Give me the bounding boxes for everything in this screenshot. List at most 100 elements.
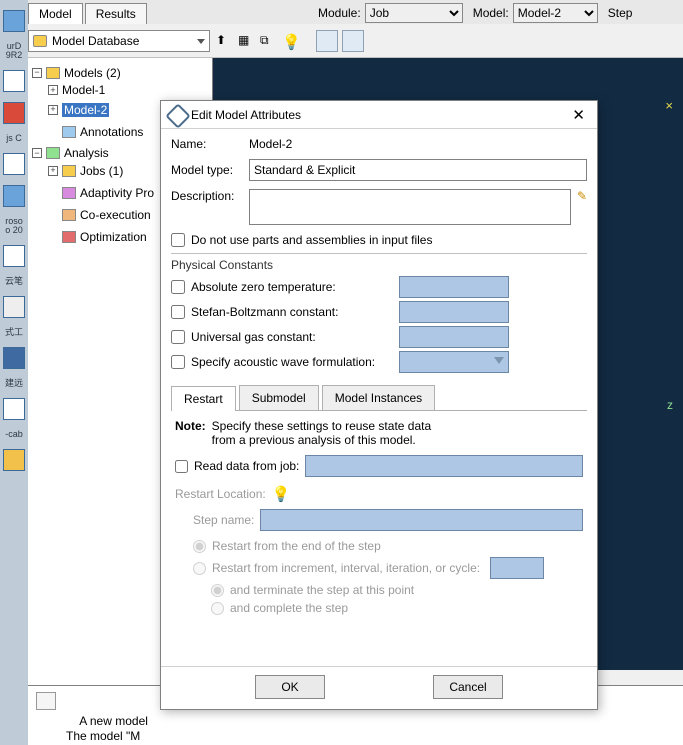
dialog-buttons: OK Cancel (161, 666, 597, 709)
acoustic-checkbox[interactable] (171, 355, 185, 369)
desktop-icons-strip: urD9R2 js C rosoo 20 云笔 式工 建远 -cab (0, 0, 28, 745)
tab-model[interactable]: Model (28, 3, 83, 24)
message-line: A new model (79, 714, 151, 728)
tree-adaptivity[interactable]: Adaptivity Pro (80, 186, 154, 200)
restart-end-radio (193, 540, 206, 553)
dialog-inner-tabs: Restart Submodel Model Instances (171, 385, 587, 411)
abs-zero-input[interactable] (399, 276, 509, 298)
read-job-checkbox[interactable] (175, 460, 188, 473)
restart-end-label: Restart from the end of the step (212, 539, 381, 553)
restart-increment-radio (193, 562, 206, 575)
expand-icon[interactable]: − (32, 148, 42, 158)
note-text: Specify these settings to reuse state da… (212, 419, 431, 433)
cancel-button[interactable]: Cancel (433, 675, 503, 699)
terminate-label: and terminate the step at this point (230, 583, 414, 597)
stefan-boltzmann-input[interactable] (399, 301, 509, 323)
name-label: Name: (171, 137, 249, 151)
gas-constant-input[interactable] (399, 326, 509, 348)
complete-label: and complete the step (230, 601, 348, 615)
stefan-boltzmann-checkbox[interactable] (171, 305, 185, 319)
desktop-icon[interactable] (3, 347, 25, 369)
tree-model1[interactable]: Model-1 (62, 83, 105, 97)
desktop-icon[interactable] (3, 398, 25, 420)
desktop-icon-label: 式工 (5, 328, 23, 337)
tree-analysis[interactable]: Analysis (64, 146, 109, 160)
abs-zero-checkbox[interactable] (171, 280, 185, 294)
model-select[interactable]: Model-2 (513, 3, 598, 23)
model-label: Model: (473, 6, 509, 20)
tree-toolbar-icons: ⬆ ▦ ⧉ 💡 (216, 33, 298, 49)
coexec-icon (62, 209, 76, 221)
tab-results[interactable]: Results (85, 3, 147, 24)
module-label: Module: (318, 6, 361, 20)
description-input[interactable] (249, 189, 571, 225)
job-manager-icon[interactable] (316, 30, 338, 52)
complete-radio (211, 602, 224, 615)
database-icon (33, 35, 47, 47)
step-label: Step (608, 6, 633, 20)
expand-icon[interactable]: + (48, 105, 58, 115)
panel-tabs: Model Results (28, 0, 149, 24)
tree-coexec[interactable]: Co-execution (80, 208, 151, 222)
name-value: Model-2 (249, 137, 292, 151)
axis-marker-z: z (667, 398, 673, 412)
desktop-icon[interactable] (3, 102, 25, 124)
expand-icon[interactable]: + (48, 166, 58, 176)
database-combo[interactable]: Model Database (28, 30, 210, 52)
tab-model-instances[interactable]: Model Instances (322, 385, 435, 410)
description-label: Description: (171, 189, 249, 203)
no-parts-checkbox[interactable] (171, 233, 185, 247)
expand-icon[interactable]: − (32, 68, 42, 78)
restart-tab-page: Note: Specify these settings to reuse st… (171, 411, 587, 627)
db-toolbar: Model Database ⬆ ▦ ⧉ 💡 (28, 24, 683, 58)
desktop-icon-label: 建远 (5, 379, 23, 388)
ok-button[interactable]: OK (255, 675, 325, 699)
job-monitor-icon[interactable] (342, 30, 364, 52)
tree-models[interactable]: Models (2) (64, 66, 121, 80)
lightbulb-icon: 💡 (272, 485, 291, 503)
desktop-icon[interactable] (3, 296, 25, 318)
module-select[interactable]: Job (365, 3, 463, 23)
model-type-input[interactable] (249, 159, 587, 181)
message-pin-icon[interactable] (36, 692, 56, 710)
tree-annotations[interactable]: Annotations (80, 125, 143, 139)
tab-submodel[interactable]: Submodel (239, 385, 319, 410)
gas-constant-label: Universal gas constant: (191, 330, 399, 344)
optimization-icon (62, 231, 76, 243)
expand-icon[interactable]: + (48, 85, 58, 95)
analysis-icon (46, 147, 60, 159)
dialog-icon (169, 107, 185, 123)
desktop-icon[interactable] (3, 449, 25, 471)
restart-location-label: Restart Location: (175, 487, 266, 501)
desktop-icon[interactable] (3, 153, 25, 175)
tree-model2-selected[interactable]: Model-2 (62, 103, 109, 117)
filter-icon[interactable]: ▦ (238, 33, 254, 49)
desktop-icon[interactable] (3, 70, 25, 92)
database-combo-text: Model Database (52, 34, 139, 48)
message-line: The model "M (66, 729, 140, 743)
restart-cycle-input (490, 557, 544, 579)
read-job-input[interactable] (305, 455, 583, 477)
models-icon (46, 67, 60, 79)
copy-icon[interactable]: ⧉ (260, 33, 276, 49)
desktop-icon[interactable] (3, 245, 25, 267)
tree-jobs[interactable]: Jobs (1) (80, 164, 123, 178)
tab-restart[interactable]: Restart (171, 386, 236, 411)
physical-constants-group: Physical Constants Absolute zero tempera… (171, 253, 587, 373)
abs-zero-label: Absolute zero temperature: (191, 280, 399, 294)
acoustic-select[interactable] (399, 351, 509, 373)
tree-optimization[interactable]: Optimization (80, 230, 147, 244)
close-icon[interactable]: ✕ (568, 104, 589, 126)
edit-pencil-icon[interactable]: ✎ (577, 189, 587, 203)
physical-constants-legend: Physical Constants (171, 258, 587, 272)
lightbulb-icon[interactable]: 💡 (282, 33, 298, 49)
stefan-boltzmann-label: Stefan-Boltzmann constant: (191, 305, 399, 319)
axis-marker-y: × (665, 98, 673, 113)
desktop-icon-label: 云笔 (5, 277, 23, 286)
restart-increment-label: Restart from increment, interval, iterat… (212, 561, 480, 575)
desktop-icon[interactable] (3, 185, 25, 207)
desktop-icon-label: urD9R2 (6, 42, 23, 60)
desktop-icon[interactable] (3, 10, 25, 32)
nav-up-icon[interactable]: ⬆ (216, 33, 232, 49)
gas-constant-checkbox[interactable] (171, 330, 185, 344)
